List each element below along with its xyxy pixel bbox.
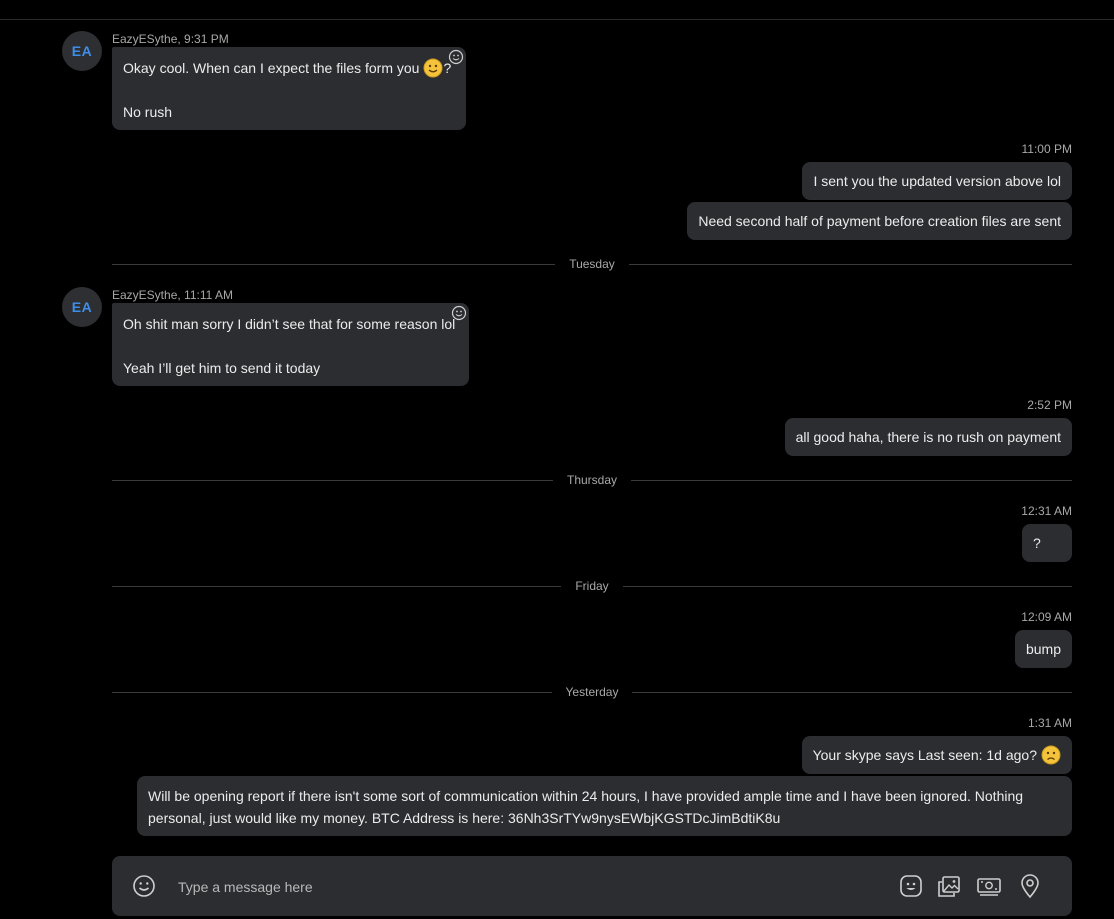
message-text: Oh shit man sorry I didn’t see that for …: [123, 316, 456, 332]
avatar[interactable]: EA: [62, 31, 102, 71]
message-text: ?: [1033, 535, 1041, 551]
location-icon[interactable]: [1017, 873, 1043, 899]
message-bubble-outgoing[interactable]: bump: [1014, 630, 1072, 668]
message-time: 12:09 AM: [1021, 610, 1072, 624]
money-icon[interactable]: [976, 873, 1002, 899]
avatar[interactable]: EA: [62, 287, 102, 327]
message-bubble-outgoing[interactable]: Will be opening report if there isn't so…: [137, 776, 1072, 836]
header-divider: [0, 19, 1114, 20]
message-bubble-outgoing[interactable]: ?: [1022, 524, 1072, 562]
message-text: Okay cool. When can I expect the files f…: [123, 58, 452, 78]
message-composer: [112, 856, 1072, 916]
message-bubble-incoming[interactable]: Oh shit man sorry I didn’t see that for …: [112, 303, 469, 386]
message-bubble-outgoing[interactable]: Your skype says Last seen: 1d ago?: [801, 736, 1072, 774]
message-time: 2:52 PM: [1027, 398, 1072, 412]
sad-emoji-icon: [1041, 745, 1061, 765]
message-text: Yeah I’ll get him to send it today: [123, 360, 321, 376]
date-separator: Tuesday: [112, 257, 1072, 271]
message-bubble-outgoing[interactable]: I sent you the updated version above lol: [802, 162, 1072, 200]
message-sender-time: EazyESythe, 11:11 AM: [112, 288, 233, 302]
add-reaction-icon[interactable]: [448, 49, 464, 65]
date-separator: Yesterday: [112, 685, 1072, 699]
message-input[interactable]: [176, 874, 780, 900]
message-text: Need second half of payment before creat…: [698, 213, 1061, 229]
date-separator-label: Yesterday: [551, 685, 633, 699]
message-text: personal, just would like my money. BTC …: [148, 810, 781, 826]
message-bubble-incoming[interactable]: Okay cool. When can I expect the files f…: [112, 47, 466, 130]
date-separator-label: Thursday: [552, 473, 632, 487]
message-time: 11:00 PM: [1021, 142, 1072, 156]
media-icon[interactable]: [936, 873, 962, 899]
date-separator: Thursday: [112, 473, 1072, 487]
message-text: I sent you the updated version above lol: [813, 173, 1061, 189]
message-text: all good haha, there is no rush on payme…: [795, 429, 1061, 445]
message-time: 12:31 AM: [1021, 504, 1072, 518]
smiley-emoji-icon: [423, 58, 443, 78]
message-text: Will be opening report if there isn't so…: [148, 788, 1024, 804]
message-time: 1:31 AM: [1027, 716, 1072, 730]
message-bubble-outgoing[interactable]: Need second half of payment before creat…: [687, 202, 1072, 240]
date-separator-label: Tuesday: [555, 257, 629, 271]
message-text: No rush: [123, 104, 173, 120]
emoji-icon[interactable]: [132, 874, 156, 898]
add-reaction-icon[interactable]: [451, 305, 467, 321]
message-text: Your skype says Last seen: 1d ago?: [813, 744, 1061, 766]
date-separator-label: Friday: [561, 579, 623, 593]
date-separator: Friday: [112, 579, 1072, 593]
message-text: bump: [1025, 641, 1061, 657]
message-bubble-outgoing[interactable]: all good haha, there is no rush on payme…: [784, 418, 1072, 456]
sticker-icon[interactable]: [898, 873, 924, 899]
message-sender-time: EazyESythe, 9:31 PM: [112, 32, 229, 46]
